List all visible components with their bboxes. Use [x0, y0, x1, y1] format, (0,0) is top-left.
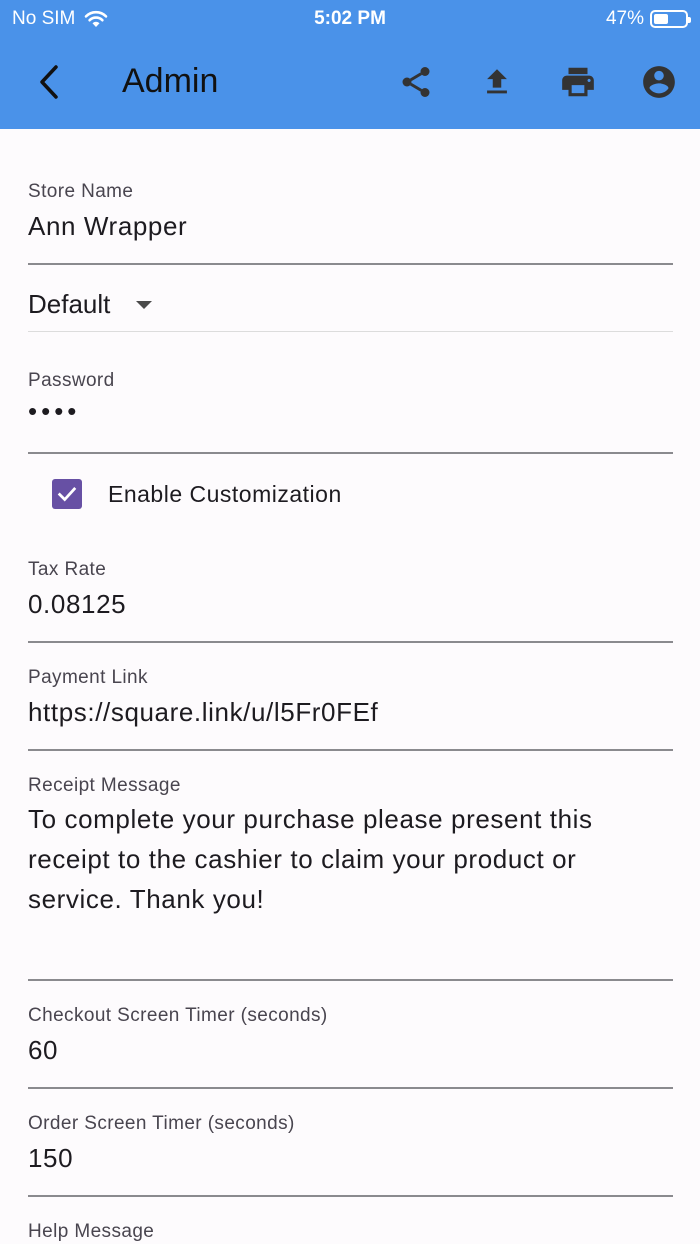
enable-customization-checkbox[interactable]: [52, 479, 82, 509]
battery-fill: [654, 14, 668, 24]
payment-link-label: Payment Link: [28, 667, 148, 688]
back-button[interactable]: [28, 58, 68, 106]
top-bar: No SIM 5:02 PM 47% Admin: [0, 0, 700, 129]
password-value[interactable]: ••••: [28, 396, 80, 427]
password-field[interactable]: Password ••••: [28, 362, 673, 454]
store-name-value[interactable]: Ann Wrapper: [28, 211, 187, 242]
profile-dropdown-value: Default: [28, 289, 111, 319]
status-bar: No SIM 5:02 PM 47%: [0, 0, 700, 36]
payment-link-value[interactable]: https://square.link/u/l5Fr0FEf: [28, 697, 378, 728]
battery-percent: 47%: [605, 8, 644, 29]
receipt-message-field[interactable]: Receipt Message To complete your purchas…: [28, 767, 673, 981]
store-name-field[interactable]: Store Name Ann Wrapper: [28, 173, 673, 265]
password-label: Password: [28, 370, 115, 391]
app-bar: Admin: [0, 36, 700, 129]
enable-customization-label: Enable Customization: [108, 480, 342, 507]
account-circle-icon: [643, 66, 675, 98]
help-message-label: Help Message: [28, 1221, 155, 1242]
upload-button[interactable]: [475, 60, 519, 104]
status-time: 5:02 PM: [314, 8, 386, 29]
upload-icon: [487, 69, 507, 94]
help-message-field[interactable]: Help Message: [28, 1213, 673, 1244]
print-icon: [562, 67, 594, 97]
order-timer-field[interactable]: Order Screen Timer (seconds) 150: [28, 1105, 673, 1197]
tax-rate-label: Tax Rate: [28, 559, 107, 580]
enable-customization-row[interactable]: Enable Customization: [52, 474, 652, 514]
back-arrow-icon: [40, 65, 58, 99]
share-icon: [402, 67, 430, 97]
order-timer-label: Order Screen Timer (seconds): [28, 1113, 295, 1134]
account-button[interactable]: [637, 60, 681, 104]
checkout-timer-label: Checkout Screen Timer (seconds): [28, 1005, 328, 1026]
receipt-message-label: Receipt Message: [28, 775, 181, 796]
checkout-timer-field[interactable]: Checkout Screen Timer (seconds) 60: [28, 997, 673, 1089]
battery-icon: [650, 10, 691, 28]
payment-link-field[interactable]: Payment Link https://square.link/u/l5Fr0…: [28, 659, 673, 751]
share-button[interactable]: [394, 60, 438, 104]
page-title: Admin: [122, 62, 219, 100]
receipt-message-value[interactable]: To complete your purchase please present…: [28, 799, 673, 919]
checkmark-icon: [57, 487, 77, 502]
tax-rate-field[interactable]: Tax Rate 0.08125: [28, 551, 673, 643]
checkout-timer-value[interactable]: 60: [28, 1035, 58, 1066]
chevron-down-icon: [136, 301, 152, 309]
battery-status: 47%: [605, 8, 691, 30]
profile-dropdown[interactable]: Default: [28, 279, 673, 332]
store-name-label: Store Name: [28, 181, 134, 202]
order-timer-value[interactable]: 150: [28, 1143, 73, 1174]
print-button[interactable]: [556, 60, 600, 104]
tax-rate-value[interactable]: 0.08125: [28, 589, 126, 620]
